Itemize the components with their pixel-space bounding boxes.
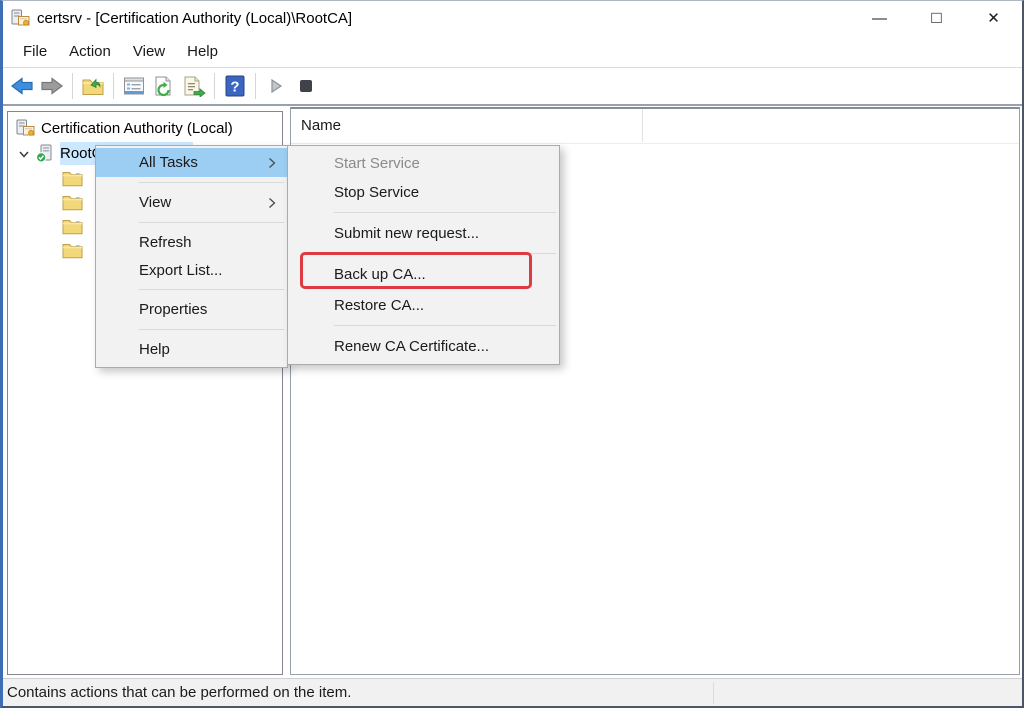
- forward-arrow-icon: [40, 75, 64, 97]
- help-icon: ?: [224, 75, 246, 97]
- submenu-arrow-icon: [268, 197, 276, 209]
- certification-authority-icon: [16, 119, 35, 138]
- toolbar-separator: [113, 73, 114, 99]
- menu-item-label: Start Service: [334, 155, 420, 172]
- menu-help[interactable]: Help: [176, 39, 229, 64]
- context-menu-item-refresh[interactable]: Refresh: [96, 228, 287, 256]
- submenu-item-renew-ca-certificate[interactable]: Renew CA Certificate...: [288, 331, 559, 361]
- menu-item-label: All Tasks: [139, 154, 198, 171]
- forward-button[interactable]: [37, 71, 67, 101]
- help-button[interactable]: ?: [220, 71, 250, 101]
- menu-file[interactable]: File: [12, 39, 58, 64]
- window-title: certsrv - [Certification Authority (Loca…: [37, 10, 352, 27]
- refresh-icon: [152, 75, 176, 97]
- toolbar-separator: [72, 73, 73, 99]
- context-menu-item-view[interactable]: View: [96, 188, 287, 217]
- toolbar: ?: [3, 68, 1022, 106]
- properties-icon: [122, 75, 146, 97]
- window-controls: — □ ✕: [851, 1, 1022, 35]
- chevron-down-icon[interactable]: [18, 148, 30, 160]
- stop-icon: [297, 77, 315, 95]
- submenu-item-restore-ca[interactable]: Restore CA...: [288, 290, 559, 320]
- tree-node-folder-3[interactable]: [62, 215, 83, 238]
- status-bar-divider: [713, 682, 714, 704]
- certsrv-app-icon: [11, 9, 30, 28]
- menu-item-label: Submit new request...: [334, 225, 479, 242]
- minimize-button[interactable]: —: [851, 1, 908, 35]
- folder-icon: [62, 170, 83, 187]
- submenu-item-start-service: Start Service: [288, 148, 559, 178]
- menu-bar: File Action View Help: [3, 35, 1022, 68]
- menu-item-label: Properties: [139, 301, 207, 318]
- menu-item-label: Refresh: [139, 234, 192, 251]
- menu-separator: [334, 212, 556, 213]
- all-tasks-submenu: Start Service Stop Service Submit new re…: [287, 145, 560, 365]
- submenu-item-back-up-ca[interactable]: Back up CA...: [288, 259, 559, 290]
- title-bar: certsrv - [Certification Authority (Loca…: [3, 1, 1022, 35]
- toolbar-separator: [214, 73, 215, 99]
- tree-node-folder-1[interactable]: [62, 167, 83, 190]
- list-header: Name: [291, 109, 1019, 144]
- maximize-button[interactable]: □: [908, 1, 965, 35]
- context-menu-item-help[interactable]: Help: [96, 335, 287, 364]
- refresh-button[interactable]: [149, 71, 179, 101]
- column-divider[interactable]: [642, 109, 643, 142]
- menu-separator: [334, 325, 556, 326]
- back-arrow-icon: [10, 75, 34, 97]
- folder-icon: [62, 242, 83, 259]
- export-list-icon: [182, 75, 206, 97]
- menu-item-label: Restore CA...: [334, 297, 424, 314]
- menu-item-label: Export List...: [139, 262, 222, 279]
- menu-separator: [139, 289, 284, 290]
- menu-view[interactable]: View: [122, 39, 176, 64]
- submenu-item-stop-service[interactable]: Stop Service: [288, 178, 559, 207]
- export-list-button[interactable]: [179, 71, 209, 101]
- column-header-name[interactable]: Name: [301, 117, 341, 134]
- context-menu-item-all-tasks[interactable]: All Tasks: [96, 148, 287, 177]
- show-console-tree-button[interactable]: [78, 71, 108, 101]
- tree-node-certification-authority[interactable]: Certification Authority (Local): [16, 117, 233, 140]
- menu-item-label: Help: [139, 341, 170, 358]
- toolbar-separator: [255, 73, 256, 99]
- context-menu-item-properties[interactable]: Properties: [96, 295, 287, 324]
- tree-node-folder-2[interactable]: [62, 191, 83, 214]
- menu-item-label: Back up CA...: [334, 266, 426, 283]
- context-menu-item-export-list[interactable]: Export List...: [96, 256, 287, 284]
- folder-up-icon: [81, 75, 105, 97]
- status-bar: Contains actions that can be performed o…: [3, 678, 1022, 706]
- close-button[interactable]: ✕: [965, 1, 1022, 35]
- folder-icon: [62, 218, 83, 235]
- context-menu: All Tasks View Refresh Export List... Pr…: [95, 145, 288, 368]
- properties-button[interactable]: [119, 71, 149, 101]
- start-service-button[interactable]: [261, 71, 291, 101]
- tree-root-label: Certification Authority (Local): [41, 120, 233, 137]
- status-text: Contains actions that can be performed o…: [7, 684, 351, 701]
- submenu-arrow-icon: [268, 157, 276, 169]
- back-button[interactable]: [7, 71, 37, 101]
- menu-item-label: Stop Service: [334, 184, 419, 201]
- stop-service-button[interactable]: [291, 71, 321, 101]
- play-icon: [267, 77, 285, 95]
- svg-text:?: ?: [230, 79, 239, 96]
- menu-item-label: View: [139, 194, 171, 211]
- menu-separator: [334, 253, 556, 254]
- menu-separator: [139, 329, 284, 330]
- menu-item-label: Renew CA Certificate...: [334, 338, 489, 355]
- tree-node-folder-4[interactable]: [62, 239, 83, 262]
- folder-icon: [62, 194, 83, 211]
- rootca-server-icon: [36, 144, 54, 163]
- menu-separator: [139, 182, 284, 183]
- menu-separator: [139, 222, 284, 223]
- submenu-item-submit-new-request[interactable]: Submit new request...: [288, 218, 559, 248]
- menu-action[interactable]: Action: [58, 39, 122, 64]
